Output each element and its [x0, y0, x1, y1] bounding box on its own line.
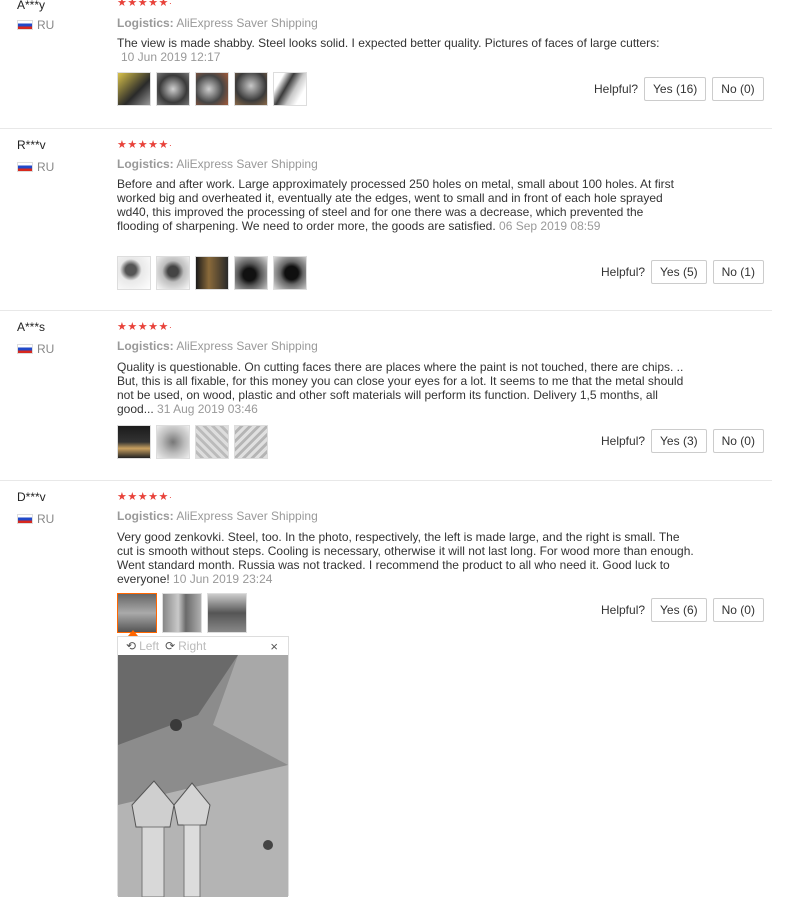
review-photo-thumb[interactable] — [234, 72, 268, 106]
review-photo-thumb[interactable] — [207, 593, 247, 633]
helpful-label: Helpful? — [601, 265, 646, 279]
logistics-label: Logistics: — [117, 16, 174, 30]
review-photo-thumb[interactable] — [117, 72, 151, 106]
review-photos — [117, 593, 247, 633]
review-photo-thumb[interactable] — [234, 425, 268, 459]
review-photo-thumb[interactable] — [156, 425, 190, 459]
helpful-yes-button[interactable]: Yes (3) — [651, 429, 707, 453]
countersink-photo — [118, 655, 288, 897]
rotate-left-label: Left — [139, 639, 160, 653]
review-photos — [117, 256, 307, 290]
review-photo-thumb[interactable] — [195, 425, 229, 459]
rotate-left-icon: ⟲ — [126, 639, 137, 653]
russia-flag-icon — [17, 20, 33, 30]
logistics-label: Logistics: — [117, 509, 174, 523]
helpful-label: Helpful? — [594, 82, 639, 96]
reviewer-country: RU — [17, 512, 54, 526]
review-date: 10 Jun 2019 23:24 — [173, 572, 273, 586]
reviewer-name: A***s — [17, 320, 46, 334]
logistics-info: Logistics: AliExpress Saver Shipping — [117, 509, 318, 523]
star-rating: ★★★★★· — [117, 139, 173, 151]
helpful-no-button[interactable]: No (1) — [712, 260, 764, 284]
photo-viewer: ⟲ Left ⟳ Right × — [117, 636, 289, 897]
review-item: A***y RU ★★★★★· Logistics: AliExpress Sa… — [0, 0, 772, 129]
helpful-yes-button[interactable]: Yes (6) — [651, 598, 707, 622]
review-date: 06 Sep 2019 08:59 — [499, 219, 601, 233]
helpful-vote: Helpful? Yes (16) No (0) — [594, 77, 764, 101]
logistics-label: Logistics: — [117, 339, 174, 353]
review-text-block: Before and after work. Large approximate… — [117, 177, 687, 233]
review-text-block: Very good zenkovki. Steel, too. In the p… — [117, 530, 695, 586]
review-photo-thumb[interactable] — [156, 256, 190, 290]
review-item: A***s RU ★★★★★· Logistics: AliExpress Sa… — [0, 310, 772, 481]
helpful-vote: Helpful? Yes (3) No (0) — [601, 429, 764, 453]
review-photo-thumb[interactable] — [156, 72, 190, 106]
review-item: D***v RU ★★★★★· Logistics: AliExpress Sa… — [0, 480, 772, 896]
reviewer-country: RU — [17, 342, 54, 356]
helpful-no-button[interactable]: No (0) — [712, 598, 764, 622]
stars-text: ★★★★★ — [117, 491, 169, 503]
star-rating: ★★★★★· — [117, 491, 173, 503]
review-date: 31 Aug 2019 03:46 — [157, 402, 258, 416]
rotate-left-button[interactable]: ⟲ Left — [126, 639, 159, 653]
reviewer-country: RU — [17, 160, 54, 174]
review-photo-thumb[interactable] — [234, 256, 268, 290]
helpful-label: Helpful? — [601, 603, 646, 617]
review-photo-thumb[interactable] — [273, 72, 307, 106]
reviewer-name: D***v — [17, 490, 46, 504]
helpful-vote: Helpful? Yes (5) No (1) — [601, 260, 764, 284]
review-photo-thumb[interactable] — [195, 72, 229, 106]
review-photo-thumb[interactable] — [117, 256, 151, 290]
russia-flag-icon — [17, 344, 33, 354]
review-photo-thumb-selected[interactable] — [117, 593, 157, 633]
stars-text: ★★★★★ — [117, 0, 169, 9]
country-code: RU — [37, 18, 55, 32]
review-photo-thumb[interactable] — [117, 425, 151, 459]
review-photos — [117, 425, 268, 459]
review-text-block: Quality is questionable. On cutting face… — [117, 360, 687, 416]
helpful-yes-button[interactable]: Yes (16) — [644, 77, 707, 101]
logistics-value: AliExpress Saver Shipping — [176, 157, 318, 171]
country-code: RU — [37, 512, 55, 526]
helpful-label: Helpful? — [601, 434, 646, 448]
close-viewer-button[interactable]: × — [270, 639, 278, 654]
logistics-info: Logistics: AliExpress Saver Shipping — [117, 16, 318, 30]
review-item: R***v RU ★★★★★· Logistics: AliExpress Sa… — [0, 128, 772, 311]
reviewer-country: RU — [17, 18, 54, 32]
rotate-right-icon: ⟳ — [165, 639, 176, 653]
reviewer-name: A***y — [17, 0, 46, 12]
logistics-info: Logistics: AliExpress Saver Shipping — [117, 157, 318, 171]
russia-flag-icon — [17, 162, 33, 172]
logistics-label: Logistics: — [117, 157, 174, 171]
stars-text: ★★★★★ — [117, 139, 169, 151]
logistics-value: AliExpress Saver Shipping — [176, 339, 318, 353]
star-rating: ★★★★★· — [117, 0, 172, 9]
review-photos — [117, 72, 307, 106]
helpful-yes-button[interactable]: Yes (5) — [651, 260, 707, 284]
star-rating: ★★★★★· — [117, 321, 173, 333]
russia-flag-icon — [17, 514, 33, 524]
country-code: RU — [37, 160, 55, 174]
review-photo-thumb[interactable] — [162, 593, 202, 633]
review-photo-thumb[interactable] — [273, 256, 307, 290]
logistics-value: AliExpress Saver Shipping — [176, 16, 318, 30]
helpful-vote: Helpful? Yes (6) No (0) — [601, 598, 764, 622]
logistics-value: AliExpress Saver Shipping — [176, 509, 318, 523]
review-text: The view is made shabby. Steel looks sol… — [117, 36, 660, 50]
helpful-no-button[interactable]: No (0) — [712, 77, 764, 101]
helpful-no-button[interactable]: No (0) — [712, 429, 764, 453]
country-code: RU — [37, 342, 55, 356]
viewer-image — [118, 655, 288, 897]
logistics-info: Logistics: AliExpress Saver Shipping — [117, 339, 318, 353]
review-date: 10 Jun 2019 12:17 — [121, 50, 221, 64]
viewer-toolbar: ⟲ Left ⟳ Right × — [118, 637, 288, 655]
rotate-right-button[interactable]: ⟳ Right — [165, 639, 206, 653]
rotate-right-label: Right — [178, 639, 207, 653]
reviewer-name: R***v — [17, 138, 46, 152]
review-text-block: The view is made shabby. Steel looks sol… — [117, 36, 697, 64]
review-photo-thumb[interactable] — [195, 256, 229, 290]
stars-text: ★★★★★ — [117, 321, 169, 333]
